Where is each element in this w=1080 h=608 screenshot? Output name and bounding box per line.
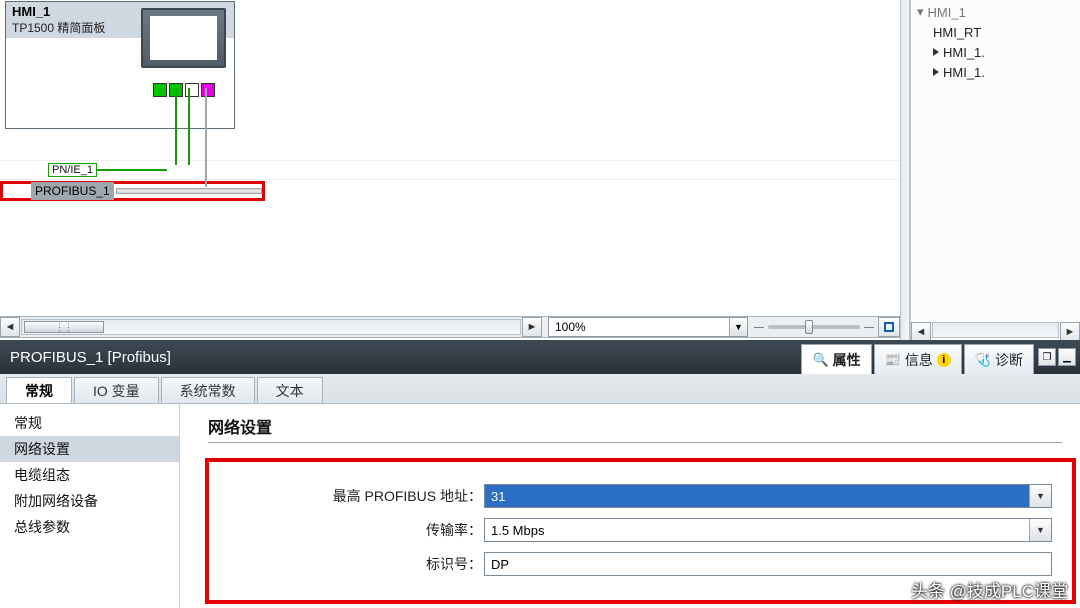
subtab-label: 常规 — [25, 381, 53, 401]
info-icon: 📰 — [885, 352, 901, 368]
dropdown-baudrate[interactable]: ▼ — [1029, 519, 1051, 541]
network-profibus-row[interactable]: PROFIBUS_1 — [0, 181, 265, 201]
tab-label: 属性 — [833, 350, 861, 370]
subtab-sysconst[interactable]: 系统常数 — [161, 377, 255, 403]
diagnostics-icon: 🩺 — [975, 352, 991, 368]
tree-scroll-right[interactable]: ► — [1060, 322, 1080, 342]
splitter-vertical[interactable] — [900, 0, 910, 340]
port-empty — [185, 83, 199, 97]
fit-to-screen-button[interactable] — [878, 317, 900, 337]
tab-label: 信息 — [905, 350, 933, 370]
tab-info[interactable]: 📰 信息 i — [874, 344, 962, 374]
tree-root[interactable]: ▾ HMI_1 — [917, 2, 1080, 22]
network-profibus-line — [116, 188, 262, 194]
tab-properties[interactable]: 🔍 属性 — [801, 344, 871, 374]
label-max-address: 最高 PROFIBUS 地址： — [229, 486, 484, 506]
inspector-titlebar: PROFIBUS_1 [Profibus] 🔍 属性 📰 信息 i 🩺 诊断 ❐… — [0, 340, 1080, 374]
conn-line-profibus — [205, 88, 207, 187]
tree-item-label: HMI_1. — [943, 45, 985, 60]
tab-diagnostics[interactable]: 🩺 诊断 — [964, 344, 1034, 374]
expand-icon — [933, 68, 939, 76]
properties-body: 常规 网络设置 电缆组态 附加网络设备 总线参数 网络设置 最高 PROFIBU… — [0, 404, 1080, 608]
info-badge-icon: i — [937, 353, 951, 367]
row-ident: 标识号： — [229, 552, 1052, 576]
network-pnie-row[interactable]: PN/IE_1 — [0, 160, 900, 180]
scroll-right-button[interactable]: ► — [522, 317, 542, 337]
properties-nav: 常规 网络设置 电缆组态 附加网络设备 总线参数 — [0, 404, 180, 608]
zoom-dropdown-button[interactable]: ▼ — [729, 318, 747, 336]
subtab-label: 文本 — [276, 381, 304, 401]
tree-item-1[interactable]: HMI_1. — [933, 42, 1080, 62]
device-hmi[interactable]: HMI_1 TP1500 精简面板 — [5, 1, 235, 129]
h-scrollbar-track[interactable]: ⋮⋮ — [21, 319, 521, 335]
label-ident: 标识号： — [229, 554, 484, 574]
nav-bus-params[interactable]: 总线参数 — [0, 514, 179, 540]
input-baudrate[interactable] — [485, 519, 1029, 541]
input-max-address-wrap[interactable]: ▼ — [484, 484, 1052, 508]
port-profibus[interactable] — [201, 83, 215, 97]
input-baudrate-wrap[interactable]: ▼ — [484, 518, 1052, 542]
scroll-left-button[interactable]: ◄ — [0, 317, 20, 337]
zoom-minus-icon: — — [754, 322, 764, 333]
highlight-frame: 最高 PROFIBUS 地址： ▼ 传输率： ▼ 标识号： — [205, 458, 1076, 604]
inspector-window-controls: ❐ ▁ — [1034, 348, 1080, 366]
network-profibus-label: PROFIBUS_1 — [31, 182, 114, 200]
dropdown-max-address[interactable]: ▼ — [1029, 485, 1051, 507]
zoom-combo[interactable]: 100% ▼ — [548, 317, 748, 337]
restore-button[interactable]: ❐ — [1038, 348, 1056, 366]
tree-root-label: HMI_1 — [928, 5, 966, 20]
network-pnie-label: PN/IE_1 — [48, 163, 97, 177]
zoom-value[interactable]: 100% — [549, 320, 729, 334]
nav-additional-net[interactable]: 附加网络设备 — [0, 488, 179, 514]
subtab-label: 系统常数 — [180, 381, 236, 401]
nav-general[interactable]: 常规 — [0, 410, 179, 436]
row-max-address: 最高 PROFIBUS 地址： ▼ — [229, 484, 1052, 508]
tree-h-scrollbar[interactable]: ◄ ► — [911, 322, 1080, 340]
inspector-maintabs: 🔍 属性 📰 信息 i 🩺 诊断 — [799, 340, 1034, 374]
zoom-plus-icon: — — [864, 322, 874, 333]
conn-line-green2 — [175, 88, 177, 165]
zoom-slider[interactable]: — — — [754, 322, 874, 333]
topology-canvas[interactable]: HMI_1 TP1500 精简面板 PN/IE_1 PROFIBUS_1 — [0, 0, 900, 316]
nav-cable-config[interactable]: 电缆组态 — [0, 462, 179, 488]
section-title: 网络设置 — [208, 414, 1062, 443]
expand-icon — [933, 48, 939, 56]
tab-label: 诊断 — [995, 350, 1023, 370]
input-ident-wrap[interactable] — [484, 552, 1052, 576]
inspector-subtabs: 常规 IO 变量 系统常数 文本 — [0, 374, 1080, 404]
network-pnie-line — [97, 169, 167, 171]
nav-network-settings[interactable]: 网络设置 — [0, 436, 179, 462]
project-tree-panel: ▾ HMI_1 HMI_RT HMI_1. HMI_1. ◄ ► — [910, 0, 1080, 340]
tree-item-label: HMI_1. — [943, 65, 985, 80]
h-scrollbar-thumb[interactable]: ⋮⋮ — [24, 321, 104, 333]
canvas-gridlines — [0, 200, 900, 316]
subtab-text[interactable]: 文本 — [257, 377, 323, 403]
tree-item-rt[interactable]: HMI_RT — [933, 22, 1080, 42]
row-baudrate: 传输率： ▼ — [229, 518, 1052, 542]
subtab-label: IO 变量 — [93, 381, 140, 401]
tree-item-2[interactable]: HMI_1. — [933, 62, 1080, 82]
canvas-footer-bar: ◄ ⋮⋮ ► 100% ▼ — — — [0, 316, 900, 338]
subtab-iovars[interactable]: IO 变量 — [74, 377, 159, 403]
port-pnie-1[interactable] — [153, 83, 167, 97]
zoom-slider-knob[interactable] — [805, 320, 813, 334]
fit-icon — [884, 322, 894, 332]
input-ident[interactable] — [485, 553, 1051, 575]
properties-icon: 🔍 — [812, 352, 828, 368]
conn-line-green1 — [188, 88, 190, 165]
minimize-button[interactable]: ▁ — [1058, 348, 1076, 366]
inspector-title: PROFIBUS_1 [Profibus] — [0, 349, 799, 366]
device-graphic — [141, 8, 226, 83]
input-max-address[interactable] — [485, 485, 1029, 507]
subtab-general[interactable]: 常规 — [6, 377, 72, 403]
label-baudrate: 传输率： — [229, 520, 484, 540]
tree-scroll-left[interactable]: ◄ — [911, 322, 931, 342]
tree-item-label: HMI_RT — [933, 25, 981, 40]
